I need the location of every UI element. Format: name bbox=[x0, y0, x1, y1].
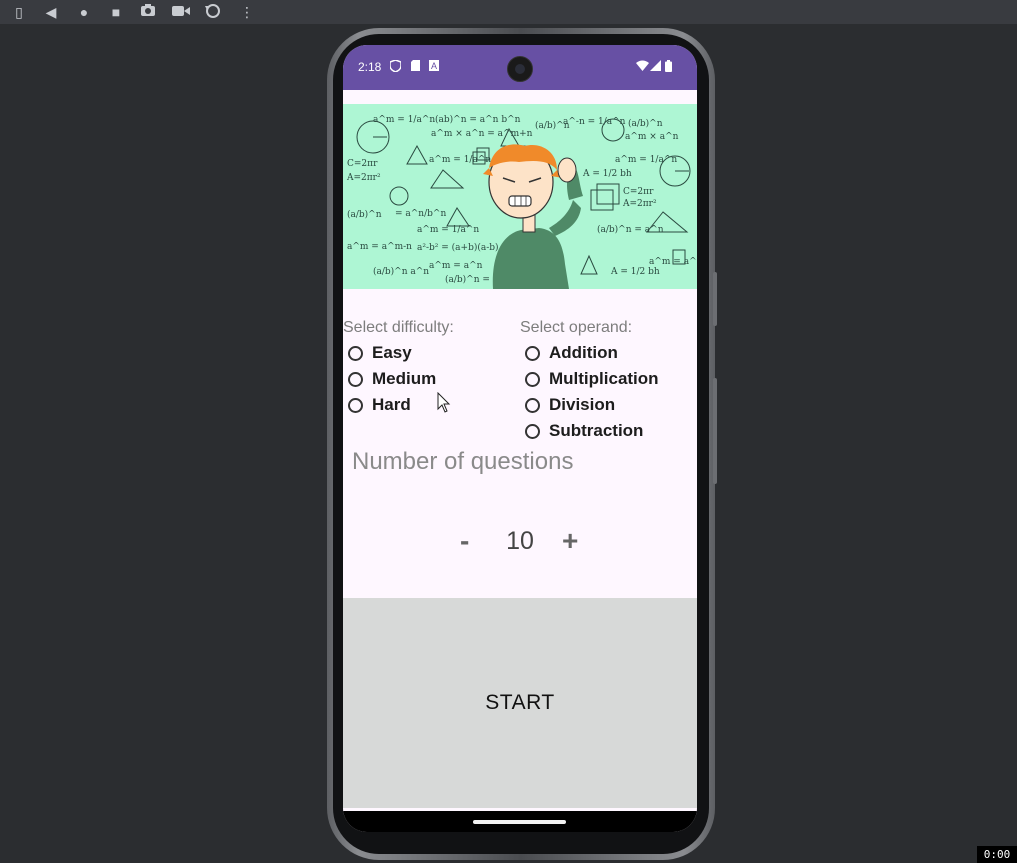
more-icon[interactable]: ⋮ bbox=[238, 3, 256, 21]
svg-text:a^m = a^n: a^m = a^n bbox=[429, 261, 483, 271]
radio-label-subtraction: Subtraction bbox=[549, 421, 644, 440]
radio-multiplication[interactable]: Multiplication bbox=[525, 368, 659, 390]
radio-division[interactable]: Division bbox=[525, 394, 615, 416]
mouse-cursor-icon bbox=[437, 392, 451, 413]
device-icon[interactable]: ▯ bbox=[10, 3, 28, 21]
decrement-button[interactable]: - bbox=[460, 525, 469, 557]
svg-text:(a/b)^n: (a/b)^n bbox=[347, 209, 382, 220]
svg-text:(a/b)^n = a^n: (a/b)^n = a^n bbox=[597, 224, 664, 235]
svg-text:a^-n = 1/a^n: a^-n = 1/a^n bbox=[563, 117, 626, 127]
emulator-toolbar: ▯ ◀ ● ■ ⋮ bbox=[0, 0, 1017, 24]
front-camera bbox=[507, 56, 533, 82]
svg-text:a^m × a^n = a^m+n: a^m × a^n = a^m+n bbox=[431, 129, 533, 139]
power-button bbox=[713, 272, 717, 326]
radio-button-icon[interactable] bbox=[525, 371, 540, 387]
radio-medium[interactable]: Medium bbox=[348, 368, 436, 390]
difficulty-label: Select difficulty: bbox=[343, 319, 454, 336]
radio-addition[interactable]: Addition bbox=[525, 342, 618, 364]
svg-text:a^m = 1/a^n: a^m = 1/a^n bbox=[615, 155, 677, 165]
volume-button bbox=[713, 378, 717, 484]
radio-label-medium: Medium bbox=[372, 369, 437, 388]
radio-button-icon[interactable] bbox=[525, 397, 540, 413]
questions-count: 10 bbox=[506, 527, 534, 555]
radio-button-icon[interactable] bbox=[348, 371, 363, 387]
math-illustration: a^m = 1/a^n (ab)^n = a^n b^n a^-n = 1/a^… bbox=[343, 104, 697, 289]
home-icon[interactable]: ● bbox=[75, 3, 93, 21]
radio-label-addition: Addition bbox=[549, 343, 618, 362]
phone-screen: 2:18 A a^m = 1/a^n (ab)^n = a^n b^n a^-n bbox=[343, 45, 697, 832]
radio-button-icon[interactable] bbox=[525, 345, 540, 361]
battery-icon bbox=[665, 60, 672, 75]
svg-text:(a/b)^n: (a/b)^n bbox=[628, 118, 663, 129]
increment-button[interactable]: + bbox=[562, 525, 578, 557]
radio-hard[interactable]: Hard bbox=[348, 394, 411, 416]
radio-subtraction[interactable]: Subtraction bbox=[525, 420, 643, 442]
a-icon: A bbox=[429, 60, 439, 74]
svg-text:a^m × a^n: a^m × a^n bbox=[625, 132, 679, 142]
recording-timer: 0:00 bbox=[977, 846, 1017, 863]
camera-icon[interactable] bbox=[139, 3, 157, 21]
svg-text:(ab)^n = a^n b^n: (ab)^n = a^n b^n bbox=[435, 114, 521, 125]
svg-text:A=2πr²: A=2πr² bbox=[346, 173, 381, 183]
svg-text:A: A bbox=[431, 61, 437, 71]
svg-text:a²-b² = (a+b)(a-b): a²-b² = (a+b)(a-b) bbox=[417, 242, 499, 253]
sd-card-icon bbox=[411, 60, 420, 74]
overview-icon[interactable]: ■ bbox=[107, 3, 125, 21]
back-icon[interactable]: ◀ bbox=[42, 3, 60, 21]
svg-text:(a/b)^n: (a/b)^n bbox=[535, 120, 570, 131]
status-bar: 2:18 A bbox=[343, 45, 697, 90]
wifi-icon bbox=[636, 60, 649, 74]
shield-icon bbox=[389, 59, 402, 75]
radio-button-icon[interactable] bbox=[348, 397, 363, 413]
signal-icon bbox=[650, 60, 661, 74]
svg-text:A = 1/2 bh: A = 1/2 bh bbox=[610, 267, 660, 277]
navigation-bar bbox=[343, 811, 697, 832]
radio-label-division: Division bbox=[549, 395, 616, 414]
status-time: 2:18 bbox=[358, 60, 382, 74]
svg-text:C=2πr: C=2πr bbox=[623, 187, 654, 197]
operand-label: Select operand: bbox=[520, 319, 633, 336]
radio-label-easy: Easy bbox=[372, 343, 412, 362]
home-gesture-handle[interactable] bbox=[473, 820, 566, 824]
radio-label-multiplication: Multiplication bbox=[549, 369, 659, 388]
start-button[interactable]: START bbox=[343, 598, 697, 808]
record-icon[interactable] bbox=[172, 3, 190, 21]
svg-text:= a^n/b^n: = a^n/b^n bbox=[395, 209, 446, 219]
svg-text:C=2πr: C=2πr bbox=[347, 159, 378, 169]
radio-label-hard: Hard bbox=[372, 395, 411, 414]
radio-easy[interactable]: Easy bbox=[348, 342, 412, 364]
radio-button-icon[interactable] bbox=[525, 423, 540, 439]
svg-text:(a/b)^n a^n: (a/b)^n a^n bbox=[373, 266, 429, 277]
questions-label: Number of questions bbox=[352, 448, 574, 475]
svg-text:A=2πr²: A=2πr² bbox=[622, 199, 657, 209]
rotate-icon[interactable] bbox=[204, 3, 222, 21]
radio-button-icon[interactable] bbox=[348, 345, 363, 361]
svg-text:A = 1/2 bh: A = 1/2 bh bbox=[582, 169, 632, 179]
svg-text:a^m = a^m-n: a^m = a^m-n bbox=[347, 242, 412, 252]
